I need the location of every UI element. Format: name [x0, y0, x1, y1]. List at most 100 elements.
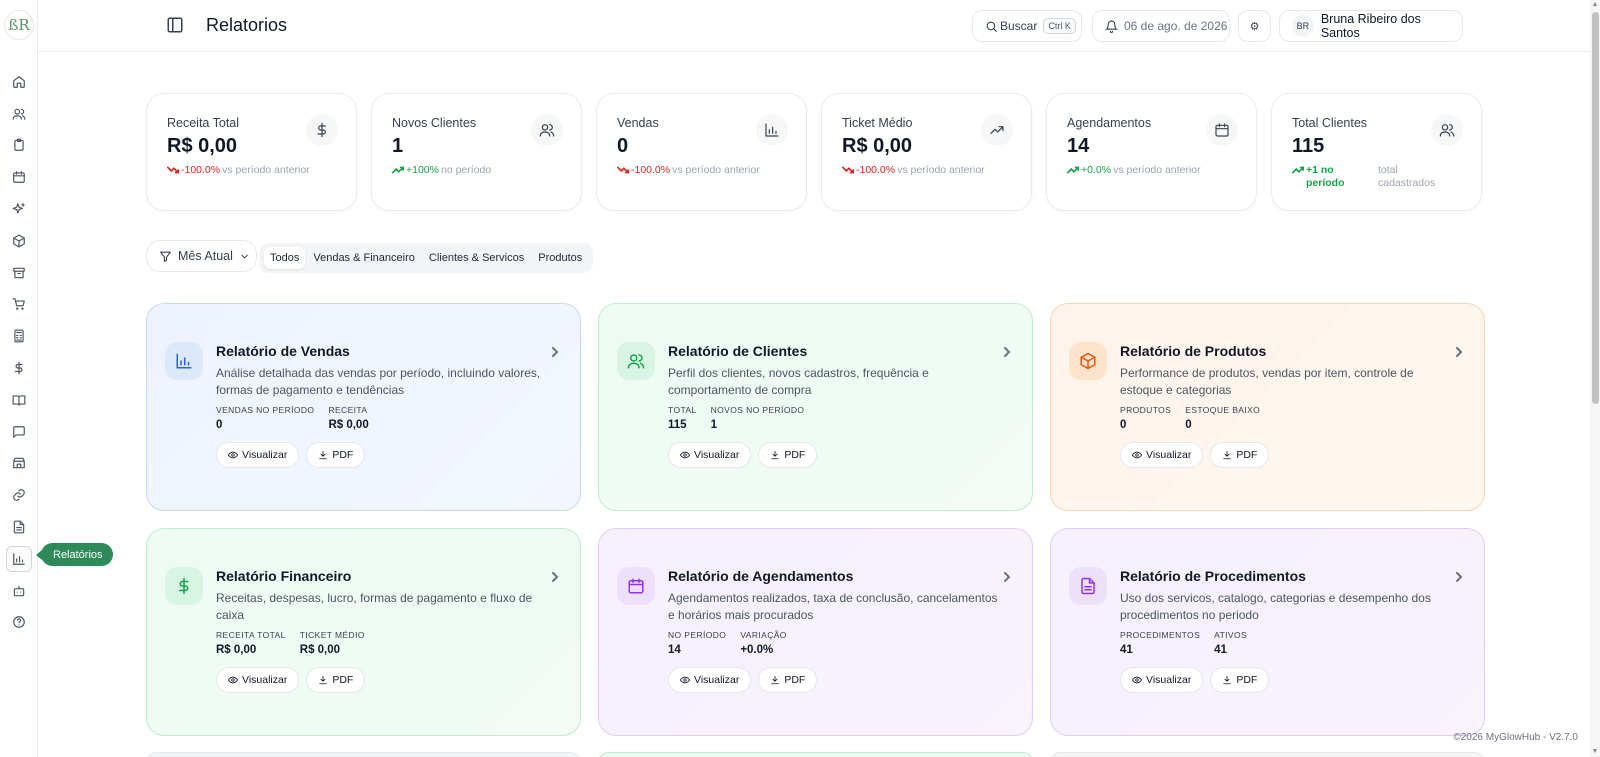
trending-down-icon — [617, 166, 629, 174]
view-button[interactable]: Visualizar — [1120, 667, 1204, 693]
pdf-button[interactable]: PDF — [758, 667, 818, 693]
sidebar-item-messages[interactable] — [0, 416, 38, 448]
metric-trend-text: total cadastrados — [1378, 164, 1436, 189]
view-button[interactable]: Visualizar — [1120, 442, 1204, 468]
stat-label: No período — [668, 630, 727, 640]
sidebar-item-help[interactable] — [0, 607, 38, 639]
search-button[interactable]: Buscar Ctrl K — [972, 10, 1082, 42]
dollar-icon — [165, 567, 203, 605]
scroll-thumb[interactable] — [1592, 12, 1599, 404]
sidebar-item-reports[interactable] — [0, 543, 38, 575]
user-menu-button[interactable]: BR Bruna Ribeiro dos Santos — [1279, 10, 1463, 42]
pdf-button[interactable]: PDF — [1210, 667, 1270, 693]
chevron-right-icon[interactable] — [550, 569, 560, 582]
help-icon — [6, 609, 32, 635]
gear-icon: ⚙ — [1249, 20, 1260, 33]
sidebar-item-cashier[interactable] — [0, 320, 38, 352]
stat-label: Receita — [328, 405, 368, 415]
metric-card-new-clients: Novos Clientes 1 +100% no período — [371, 93, 582, 211]
chevron-down-icon — [241, 254, 248, 258]
sidebar-item-finance[interactable] — [0, 352, 38, 384]
pdf-button[interactable]: PDF — [758, 442, 818, 468]
pdf-button[interactable]: PDF — [306, 667, 366, 693]
report-title: Relatório de Produtos — [1120, 343, 1267, 359]
sidebar-toggle-button[interactable] — [166, 16, 184, 34]
sidebar-item-assistant[interactable] — [0, 575, 38, 607]
sidebar: ßR — [0, 0, 38, 757]
report-stat: Receita R$ 0,00 — [328, 405, 368, 431]
metric-trend-text: vs período anterior — [1113, 164, 1201, 176]
top-header: Relatorios Buscar Ctrl K 06 de ago. de 2… — [38, 0, 1600, 52]
view-button[interactable]: Visualizar — [216, 442, 300, 468]
page-scrollbar[interactable]: ▲ ▼ — [1590, 0, 1600, 757]
period-filter-dropdown[interactable]: Mês Atual — [146, 240, 257, 272]
notifications-date-button[interactable]: 06 de ago. de 2026 — [1092, 10, 1230, 42]
view-label: Visualizar — [1146, 674, 1192, 686]
package-icon — [1069, 342, 1107, 380]
view-button[interactable]: Visualizar — [216, 667, 300, 693]
sidebar-item-clients[interactable] — [0, 98, 38, 130]
sidebar-item-records[interactable] — [0, 130, 38, 162]
chevron-right-icon[interactable] — [1454, 344, 1464, 357]
sidebar-item-links[interactable] — [0, 479, 38, 511]
sidebar-item-store[interactable] — [0, 448, 38, 480]
category-tabs: Todos Vendas & Financeiro Clientes & Ser… — [259, 243, 594, 273]
sidebar-item-catalog[interactable] — [0, 384, 38, 416]
tab-clients-services[interactable]: Clientes & Servicos — [423, 247, 530, 269]
sidebar-item-products[interactable] — [0, 225, 38, 257]
view-button[interactable]: Visualizar — [668, 667, 752, 693]
report-card-products[interactable]: Relatório de Produtos Performance de pro… — [1050, 303, 1485, 511]
eye-icon — [1132, 451, 1142, 459]
chevron-right-icon[interactable] — [1002, 569, 1012, 582]
report-stat: Procedimentos 41 — [1120, 630, 1200, 656]
sidebar-item-sales[interactable] — [0, 289, 38, 321]
chevron-right-icon[interactable] — [1002, 344, 1012, 357]
stat-value: 0 — [216, 419, 223, 431]
book-icon — [6, 387, 32, 413]
stat-value: R$ 0,00 — [328, 419, 369, 431]
tab-sales-finance[interactable]: Vendas & Financeiro — [307, 247, 421, 269]
chevron-right-icon[interactable] — [550, 344, 560, 357]
report-card-sales[interactable]: Relatório de Vendas Análise detalhada da… — [146, 303, 581, 511]
sidebar-item-calendar[interactable] — [0, 161, 38, 193]
download-icon — [771, 450, 780, 460]
scroll-down-arrow[interactable]: ▼ — [1591, 748, 1599, 756]
report-card-procedures[interactable]: Relatório de Procedimentos Uso dos servi… — [1050, 528, 1485, 736]
app-logo[interactable]: ßR — [4, 10, 34, 40]
view-button[interactable]: Visualizar — [668, 442, 752, 468]
metric-trend-value: -100.0% — [631, 164, 671, 176]
chevron-right-icon[interactable] — [1454, 569, 1464, 582]
report-stat: Vendas no período 0 — [216, 405, 314, 431]
metric-trend-value: -100.0% — [181, 164, 221, 176]
pdf-label: PDF — [784, 674, 806, 686]
store-icon — [6, 450, 32, 476]
bell-icon — [1105, 20, 1118, 33]
scroll-up-arrow[interactable]: ▲ — [1591, 1, 1599, 9]
bar-chart-icon — [6, 545, 32, 572]
sidebar-item-documents[interactable] — [0, 511, 38, 543]
report-card-clients[interactable]: Relatório de Clientes Perfil dos cliente… — [598, 303, 1033, 511]
metric-trend-text: vs período anterior — [672, 164, 760, 176]
sidebar-item-home[interactable] — [0, 66, 38, 98]
users-icon — [6, 101, 32, 127]
stat-value: 41 — [1120, 644, 1133, 656]
metric-card-total-clients: Total Clientes 115 +1 no período total c… — [1271, 93, 1482, 211]
tab-products[interactable]: Produtos — [532, 247, 588, 269]
package-icon — [6, 228, 32, 254]
settings-button[interactable]: ⚙ — [1238, 10, 1271, 42]
sidebar-item-services[interactable] — [0, 193, 38, 225]
trending-up-icon — [392, 166, 404, 174]
eye-icon — [680, 676, 690, 684]
trending-up-icon — [1292, 166, 1304, 174]
trending-down-icon — [167, 166, 179, 174]
report-title: Relatório Financeiro — [216, 568, 352, 584]
pdf-button[interactable]: PDF — [306, 442, 366, 468]
report-card-financial[interactable]: Relatório Financeiro Receitas, despesas,… — [146, 528, 581, 736]
sidebar-item-stock[interactable] — [0, 257, 38, 289]
report-description: Perfil dos clientes, novos cadastros, fr… — [668, 366, 929, 397]
stat-value: R$ 0,00 — [216, 644, 257, 656]
tab-all[interactable]: Todos — [264, 247, 306, 269]
report-card-appointments[interactable]: Relatório de Agendamentos Agendamentos r… — [598, 528, 1033, 736]
pdf-button[interactable]: PDF — [1210, 442, 1270, 468]
report-description: Performance de produtos, vendas por item… — [1120, 366, 1414, 397]
